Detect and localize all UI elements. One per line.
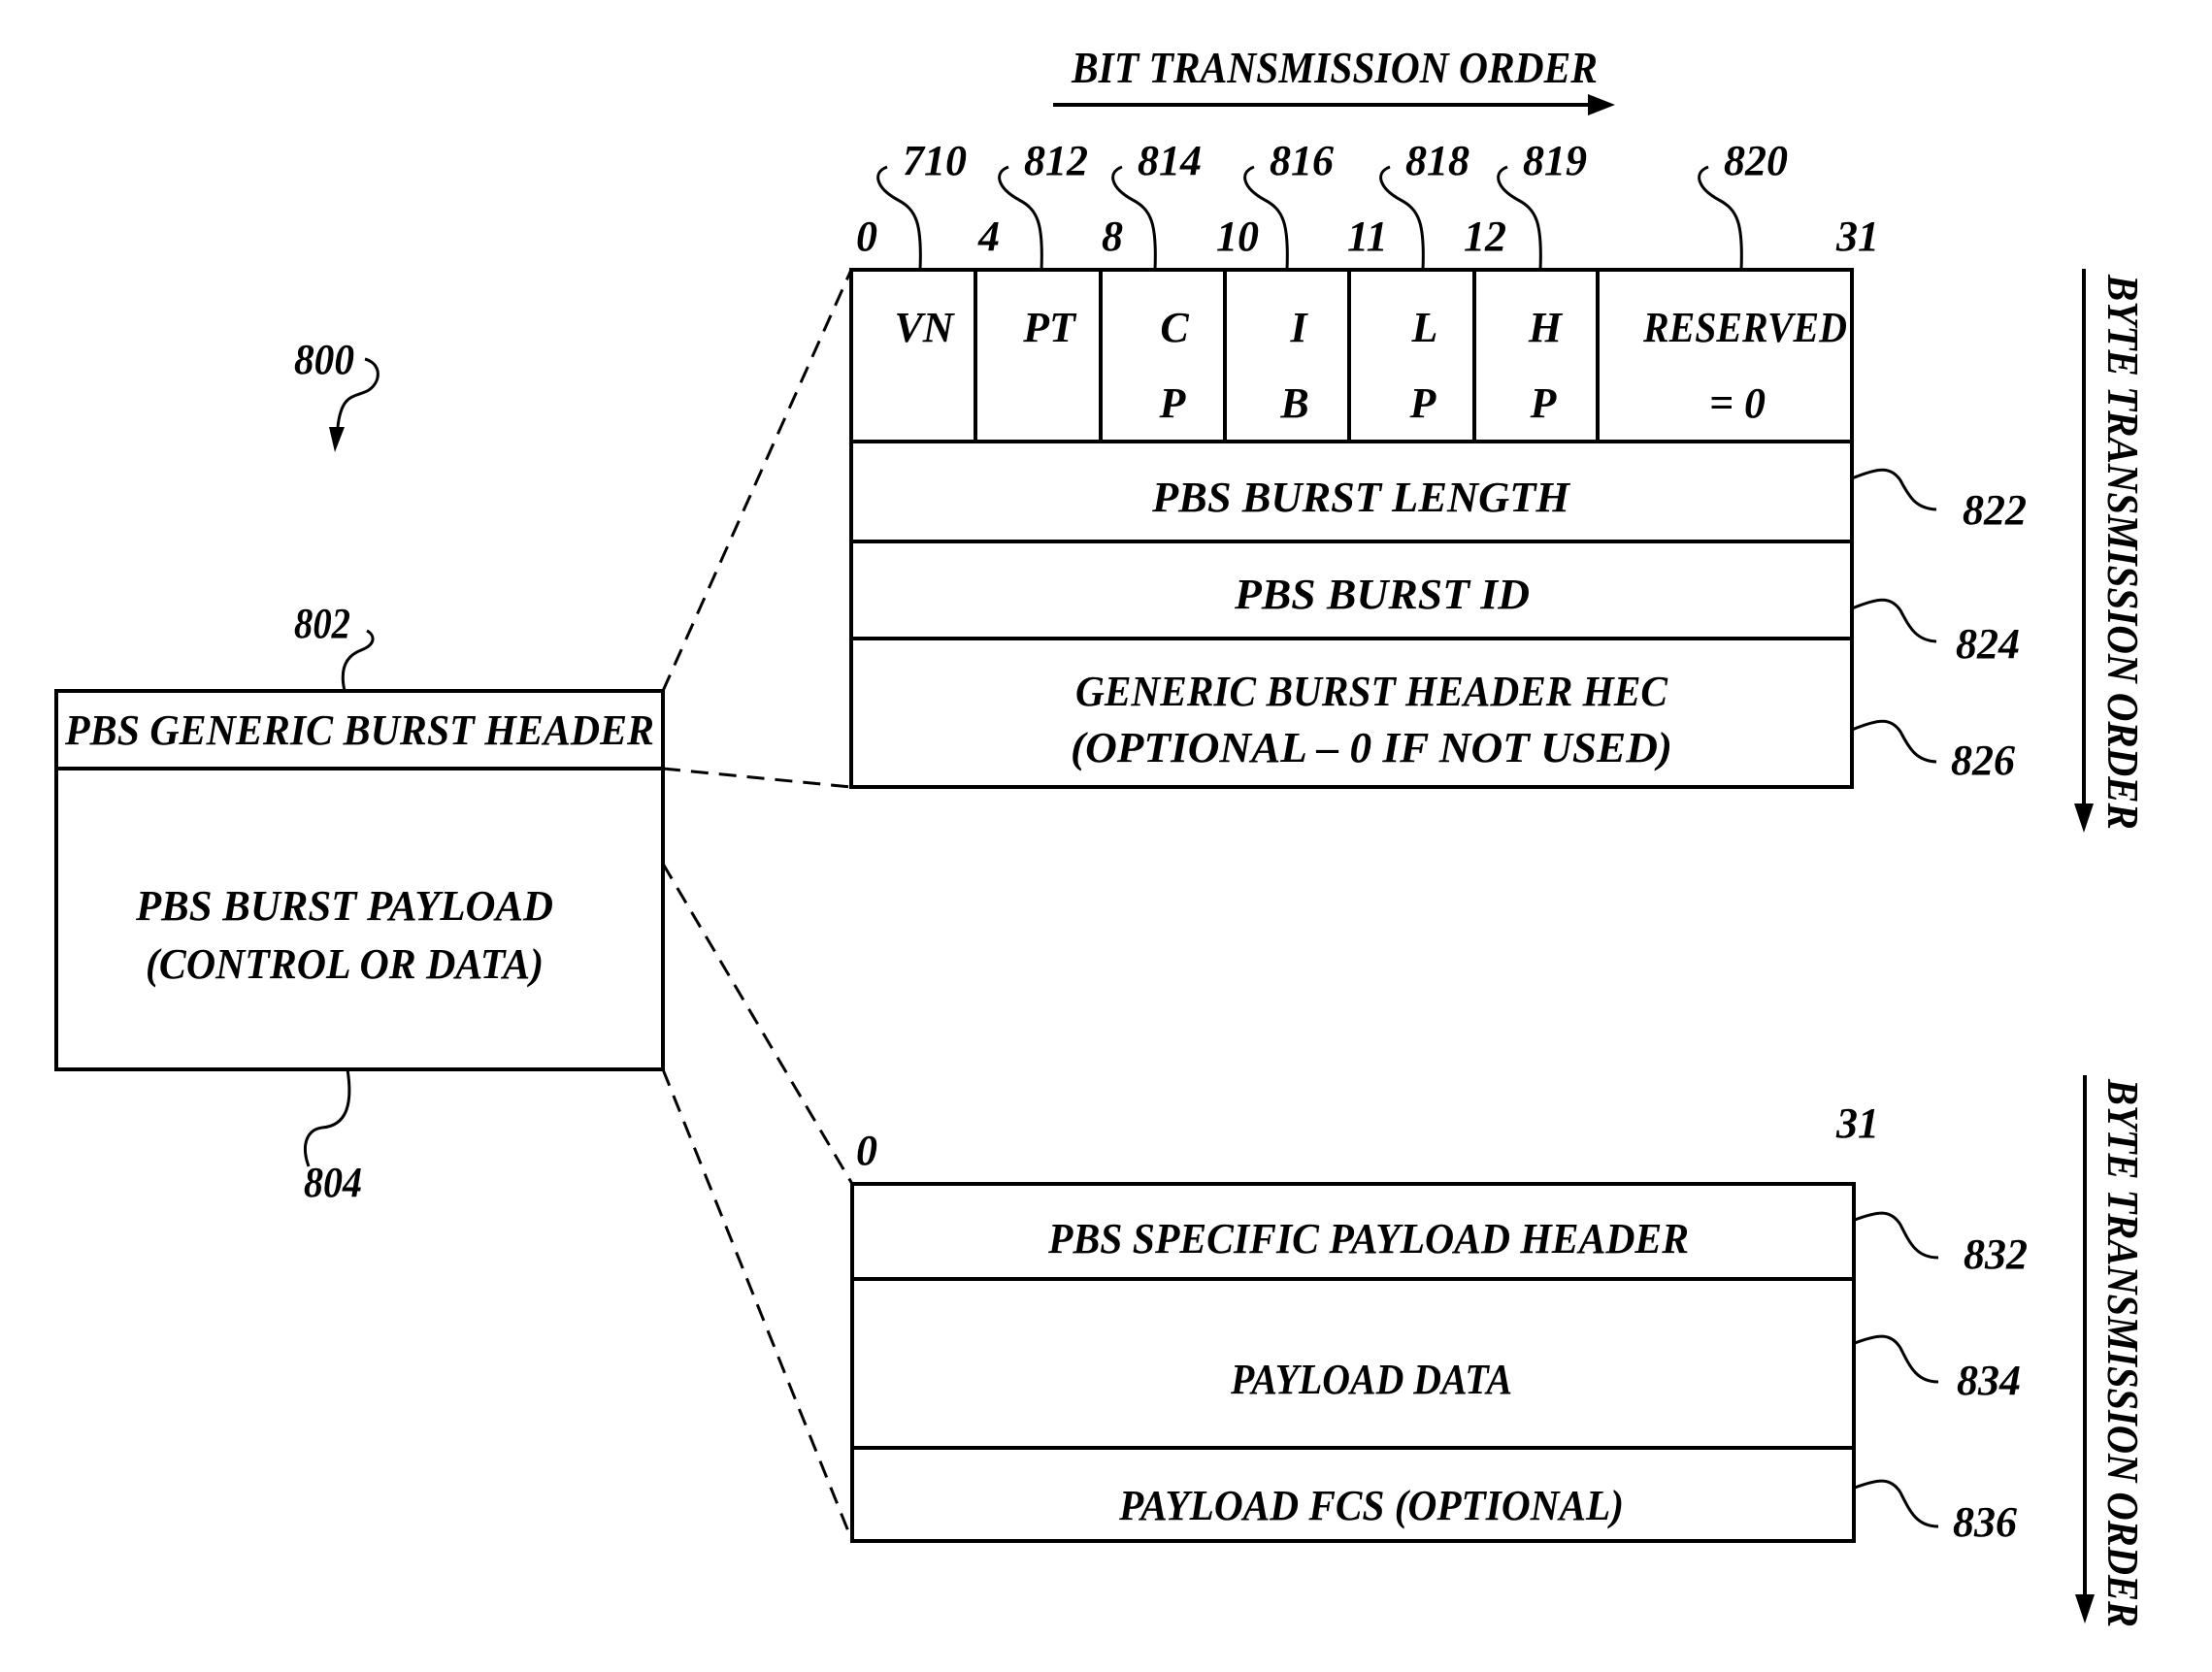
header-ref-label: 802 xyxy=(294,600,350,647)
bit-position: 11 xyxy=(1347,213,1388,260)
row-specific-payload-header: PBS SPECIFIC PAYLOAD HEADER xyxy=(1047,1215,1689,1262)
field-reserved-line2: = 0 xyxy=(1709,379,1766,427)
row-ref-label: 826 xyxy=(1951,737,2015,784)
down-arrow-icon xyxy=(329,427,345,452)
bit-position: 0 xyxy=(856,1127,877,1174)
row-ref-leader xyxy=(1854,1211,1939,1260)
row-ref-leader xyxy=(1854,1334,1939,1384)
bit-order-label: BIT TRANSMISSION ORDER xyxy=(1071,43,1598,92)
down-arrow-icon xyxy=(2075,1594,2095,1623)
byte-order-label: BYTE TRANSMISSION ORDER xyxy=(2098,274,2148,830)
field-pt: PT xyxy=(1022,304,1077,351)
bit-position: 8 xyxy=(1102,213,1123,260)
bit-position: 31 xyxy=(1835,1099,1879,1147)
field-hp-line1: H xyxy=(1528,304,1564,351)
field-cp-line1: C xyxy=(1160,304,1189,351)
field-hp-line2: P xyxy=(1530,379,1558,427)
byte-order-label: BYTE TRANSMISSION ORDER xyxy=(2098,1078,2148,1627)
bit-position: 10 xyxy=(1216,213,1259,260)
generic-header-table: 0 4 8 10 11 12 31 710 812 814 816 818 81… xyxy=(849,137,2027,789)
field-ref-label: 814 xyxy=(1138,137,1202,184)
field-ref-label: 816 xyxy=(1270,137,1334,184)
payload-ref-leader xyxy=(304,1068,351,1167)
field-vn: VN xyxy=(894,304,955,351)
burst-payload-label-line1: PBS BURST PAYLOAD xyxy=(135,882,553,930)
field-ib-line1: I xyxy=(1289,304,1308,351)
payload-ref-label: 804 xyxy=(304,1159,362,1206)
field-ref-label: 812 xyxy=(1024,137,1088,184)
bit-transmission-order: BIT TRANSMISSION ORDER xyxy=(1053,43,1615,115)
row-ref-label: 822 xyxy=(1963,486,2027,534)
field-ref-label: 818 xyxy=(1405,137,1469,184)
row-burst-id: PBS BURST ID xyxy=(1234,571,1530,618)
row-ref-label: 824 xyxy=(1956,620,2020,668)
row-ref-label: 834 xyxy=(1957,1357,2021,1404)
row-payload-fcs: PAYLOAD FCS (OPTIONAL) xyxy=(1118,1482,1624,1529)
bit-position: 12 xyxy=(1464,213,1506,260)
dashed-line xyxy=(661,863,854,1185)
figure-ref-label: 800 xyxy=(294,336,354,383)
row-burst-length: PBS BURST LENGTH xyxy=(1151,474,1571,521)
row-ref-leader xyxy=(1851,598,1937,643)
figure-ref-800: 800 xyxy=(294,336,380,452)
dashed-line xyxy=(661,269,853,692)
bit-position: 0 xyxy=(856,213,877,260)
field-lp-line1: L xyxy=(1411,304,1438,351)
byte-transmission-order-top: BYTE TRANSMISSION ORDER xyxy=(2074,269,2148,833)
row-ref-label: 836 xyxy=(1953,1498,2017,1546)
row-payload-data: PAYLOAD DATA xyxy=(1230,1356,1512,1403)
field-ref-label: 820 xyxy=(1724,137,1788,184)
field-lp-line2: P xyxy=(1409,379,1437,427)
field-ref-label: 710 xyxy=(903,137,967,184)
field-cp-line2: P xyxy=(1159,379,1187,427)
burst-box: PBS GENERIC BURST HEADER PBS BURST PAYLO… xyxy=(54,600,665,1206)
payload-format-table: 0 31 PBS SPECIFIC PAYLOAD HEADER PAYLOAD… xyxy=(850,1099,2028,1546)
bit-position: 4 xyxy=(977,213,1000,260)
row-hec-line2: (OPTIONAL – 0 IF NOT USED) xyxy=(1071,724,1672,771)
dashed-line xyxy=(661,1068,854,1542)
row-ref-leader xyxy=(1851,468,1937,511)
row-ref-leader xyxy=(1851,719,1937,764)
expansion-lines xyxy=(661,269,854,1542)
row-ref-leader xyxy=(1854,1479,1939,1528)
row-hec-line1: GENERIC BURST HEADER HEC xyxy=(1075,668,1668,715)
right-arrow-icon xyxy=(1588,94,1615,115)
bit-position: 31 xyxy=(1835,213,1879,260)
field-ref-label: 819 xyxy=(1523,137,1587,184)
down-arrow-icon xyxy=(2074,803,2094,833)
row-ref-label: 832 xyxy=(1964,1230,2028,1278)
field-reserved-line1: RESERVED xyxy=(1642,304,1847,351)
burst-format-diagram: BIT TRANSMISSION ORDER 800 PBS GENERIC B… xyxy=(54,43,2148,1627)
burst-payload-label-line2: (CONTROL OR DATA) xyxy=(146,940,544,988)
burst-header-label: PBS GENERIC BURST HEADER xyxy=(64,706,654,754)
byte-transmission-order-bottom: BYTE TRANSMISSION ORDER xyxy=(2075,1075,2148,1627)
field-ib-line2: B xyxy=(1279,379,1308,427)
dashed-line xyxy=(662,767,852,789)
